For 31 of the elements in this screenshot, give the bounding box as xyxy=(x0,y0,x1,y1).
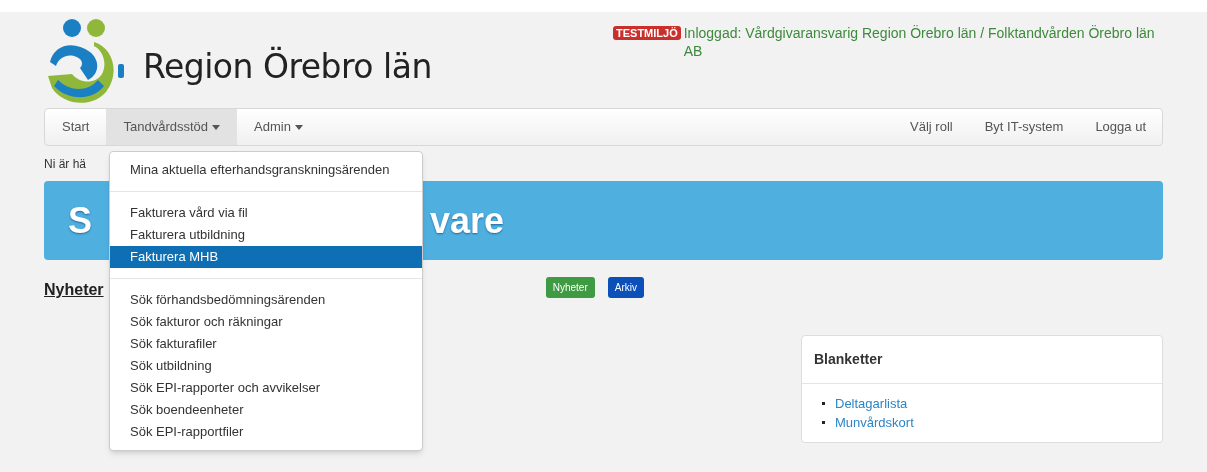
nav-link[interactable]: Välj roll xyxy=(894,109,969,145)
menu-item[interactable]: Sök EPI-rapportfiler xyxy=(110,421,422,443)
news-heading: Nyheter xyxy=(44,280,104,300)
menu-item[interactable]: Fakturera vård via fil xyxy=(110,202,422,224)
nav-tab[interactable]: Admin xyxy=(237,109,320,145)
nav-link[interactable]: Byt IT-system xyxy=(968,109,1080,145)
banner-title: vare xyxy=(430,198,505,243)
login-info: Inloggad: Vårdgivaransvarig Region Örebro län / Folktandvården Örebro län AB xyxy=(683,24,1156,60)
nav-link[interactable]: Logga ut xyxy=(1079,109,1162,145)
banner-title: S xyxy=(68,198,92,243)
menu-item[interactable]: Mina aktuella efterhandsgranskningsärenden xyxy=(110,159,422,181)
site-title: Region Örebro län xyxy=(143,45,432,88)
environment-badge: TESTMILJÖ xyxy=(613,26,681,40)
menu-item[interactable]: Fakturera utbildning xyxy=(110,224,422,246)
nav-tab[interactable]: Tandvårdsstöd xyxy=(106,109,238,145)
bullet-icon xyxy=(822,402,825,405)
menu-item[interactable]: Fakturera MHB xyxy=(110,246,422,268)
nav-tab[interactable]: Start xyxy=(45,109,107,145)
menu-item[interactable]: Sök boendeenheter xyxy=(110,399,422,421)
news-button[interactable]: Arkiv xyxy=(607,277,644,298)
menu-item[interactable]: Sök fakturafiler xyxy=(110,333,422,355)
menu-item[interactable]: Sök fakturor och räkningar xyxy=(110,311,422,333)
panel-title: Blanketter xyxy=(814,350,883,369)
menu-item[interactable]: Sök förhandsbedömningsärenden xyxy=(110,289,422,311)
bullet-icon xyxy=(822,421,825,424)
menu-item[interactable]: Sök utbildning xyxy=(110,355,422,377)
menu-item[interactable]: Sök EPI-rapporter och avvikelser xyxy=(110,377,422,399)
form-link[interactable]: Deltagarlista xyxy=(835,393,908,414)
news-button[interactable]: Nyheter xyxy=(545,277,595,298)
breadcrumb: Ni är hä xyxy=(44,155,87,173)
form-link[interactable]: Munvårdskort xyxy=(835,412,914,433)
